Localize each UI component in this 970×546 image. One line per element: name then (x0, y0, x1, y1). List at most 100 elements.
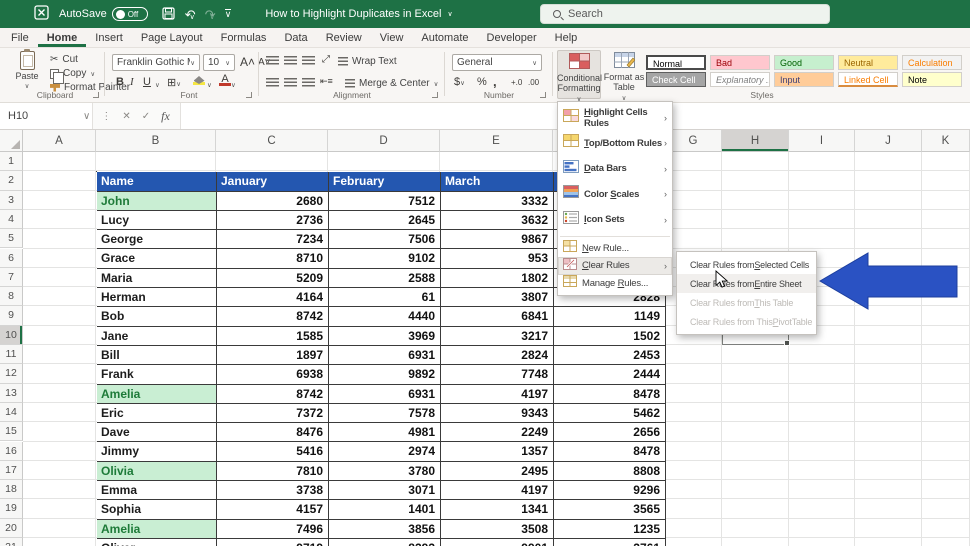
table-cell-value[interactable]: 1357 (441, 442, 554, 461)
table-cell-value[interactable]: 8808 (554, 462, 666, 481)
table-cell-value[interactable]: 1401 (329, 500, 441, 519)
cut-button[interactable]: ✂ Cut (50, 54, 78, 65)
table-cell-value[interactable]: 1341 (441, 500, 554, 519)
table-row[interactable]: Amelia8742693141978478 (97, 385, 666, 404)
table-cell-value[interactable]: 2249 (441, 423, 554, 442)
table-cell-value[interactable]: 3969 (329, 327, 441, 346)
submenu-item-clear-rules-from-selected-cells[interactable]: Clear Rules from Selected Cells (677, 255, 816, 274)
row-header-7[interactable]: 7 (0, 268, 23, 287)
table-cell-value[interactable]: 8293 (329, 539, 441, 546)
table-cell-value[interactable]: 6938 (217, 365, 329, 384)
table-cell-value[interactable]: 5462 (554, 404, 666, 423)
table-header-january[interactable]: January (217, 172, 329, 191)
table-cell-name[interactable]: Frank (97, 365, 217, 384)
table-cell-value[interactable]: 2656 (554, 423, 666, 442)
table-cell-value[interactable]: 9102 (329, 249, 441, 268)
table-cell-value[interactable]: 2588 (329, 269, 441, 288)
table-cell-value[interactable]: 3780 (329, 462, 441, 481)
autosave-control[interactable]: AutoSave Off (59, 7, 148, 21)
table-cell-name[interactable]: Grace (97, 249, 217, 268)
row-header-11[interactable]: 11 (0, 345, 23, 364)
bold-button[interactable]: B (116, 76, 124, 88)
tab-review[interactable]: Review (317, 28, 371, 47)
table-cell-name[interactable]: Emma (97, 481, 217, 500)
menu-item-new-rule[interactable]: New Rule... (558, 240, 672, 258)
table-cell-value[interactable]: 3071 (329, 481, 441, 500)
row-header-20[interactable]: 20 (0, 519, 23, 538)
table-cell-value[interactable]: 4157 (217, 500, 329, 519)
menu-item-data-bars[interactable]: Data Bars› (558, 156, 672, 182)
column-header-G[interactable]: G (665, 130, 722, 152)
table-cell-value[interactable]: 8476 (217, 423, 329, 442)
table-cell-value[interactable]: 9719 (217, 539, 329, 546)
orientation-button[interactable]: ⤢ (322, 54, 330, 65)
align-right-button[interactable] (302, 78, 315, 87)
table-cell-value[interactable]: 3332 (441, 192, 554, 211)
align-bottom-button[interactable] (302, 56, 315, 65)
table-cell-value[interactable]: 1585 (217, 327, 329, 346)
row-header-21[interactable]: 21 (0, 538, 23, 546)
table-cell-value[interactable]: 2453 (554, 346, 666, 365)
table-cell-value[interactable]: 8478 (554, 385, 666, 404)
save-icon[interactable] (162, 7, 175, 22)
table-cell-value[interactable]: 3807 (441, 288, 554, 307)
accounting-format-button[interactable]: $∨ (454, 76, 465, 88)
increase-decimal-button[interactable]: +.0 (511, 78, 522, 87)
table-cell-value[interactable]: 953 (441, 249, 554, 268)
number-format-combo[interactable]: General ∨ (452, 54, 542, 71)
table-cell-value[interactable]: 4197 (441, 385, 554, 404)
cell-style-input[interactable]: Input (774, 72, 834, 87)
table-cell-name[interactable]: Jimmy (97, 442, 217, 461)
cell-style-bad[interactable]: Bad (710, 55, 770, 70)
table-cell-value[interactable]: 3565 (554, 500, 666, 519)
name-box-chevron-icon[interactable]: ∨ (83, 111, 90, 122)
table-cell-value[interactable]: 7496 (217, 520, 329, 539)
row-header-16[interactable]: 16 (0, 442, 23, 461)
cell-style-normal[interactable]: Normal (646, 55, 706, 70)
table-cell-value[interactable]: 6841 (441, 307, 554, 326)
menu-item-highlight-cells-rules[interactable]: Highlight Cells Rules› (558, 105, 672, 131)
table-cell-name[interactable]: Sophia (97, 500, 217, 519)
table-cell-value[interactable]: 2974 (329, 442, 441, 461)
menu-item-color-scales[interactable]: Color Scales› (558, 182, 672, 208)
table-cell-value[interactable]: 5416 (217, 442, 329, 461)
table-cell-value[interactable]: 3508 (441, 520, 554, 539)
table-header-march[interactable]: March (441, 172, 554, 191)
row-header-5[interactable]: 5 (0, 229, 23, 248)
table-cell-value[interactable]: 2444 (554, 365, 666, 384)
alignment-dialog-launcher-icon[interactable] (432, 92, 438, 98)
column-header-E[interactable]: E (440, 130, 553, 152)
row-header-2[interactable]: 2 (0, 171, 23, 190)
table-row[interactable]: Bill1897693128242453 (97, 346, 666, 365)
table-cell-value[interactable]: 7234 (217, 230, 329, 249)
table-cell-value[interactable]: 4440 (329, 307, 441, 326)
merge-center-button[interactable]: Merge & Center ∨ (345, 78, 438, 89)
table-cell-name[interactable]: Lucy (97, 211, 217, 230)
table-row[interactable]: Jane1585396932171502 (97, 327, 666, 346)
submenu-item-clear-rules-from-entire-sheet[interactable]: Clear Rules from Entire Sheet (677, 274, 816, 293)
table-cell-value[interactable]: 1149 (554, 307, 666, 326)
row-header-19[interactable]: 19 (0, 499, 23, 518)
fill-color-button[interactable] (193, 76, 205, 85)
confirm-entry-icon[interactable]: ✓ (142, 111, 150, 122)
table-cell-name[interactable]: Oliver (97, 539, 217, 546)
align-left-button[interactable] (266, 78, 279, 87)
table-row[interactable]: Bob8742444068411149 (97, 307, 666, 326)
table-cell-value[interactable]: 9892 (329, 365, 441, 384)
table-cell-value[interactable]: 2824 (441, 346, 554, 365)
table-row[interactable]: Jimmy5416297413578478 (97, 442, 666, 461)
borders-button[interactable]: ⊞∨ (167, 76, 181, 89)
tab-help[interactable]: Help (546, 28, 587, 47)
table-cell-value[interactable]: 7512 (329, 192, 441, 211)
column-header-C[interactable]: C (216, 130, 328, 152)
row-header-9[interactable]: 9 (0, 306, 23, 325)
column-header-B[interactable]: B (96, 130, 216, 152)
cell-style-check-cell[interactable]: Check Cell (646, 72, 706, 87)
cancel-entry-icon[interactable]: ✕ (122, 111, 130, 122)
column-header-A[interactable]: A (23, 130, 96, 152)
table-row[interactable]: Oliver9719829399012761 (97, 539, 666, 546)
table-cell-name[interactable]: Amelia (97, 520, 217, 539)
align-center-button[interactable] (284, 78, 297, 87)
wrap-text-button[interactable]: Wrap Text (338, 56, 397, 67)
row-header-12[interactable]: 12 (0, 364, 23, 383)
